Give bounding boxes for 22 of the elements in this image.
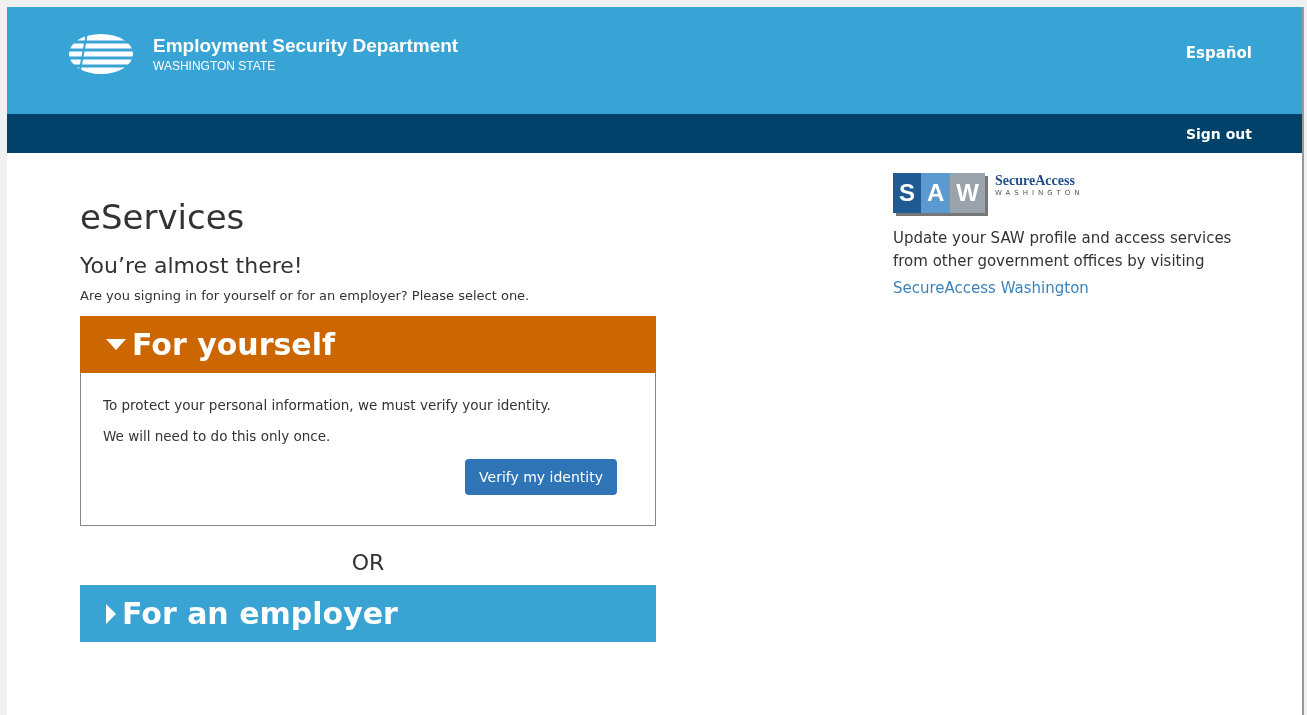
info-text: Update your SAW profile and access services from other government offices by visiting xyxy=(893,228,1233,273)
verify-button[interactable]: Verify my identity xyxy=(465,459,617,495)
info-text: We will need to do this only once. xyxy=(103,428,332,444)
logo-name: SecureAccess xyxy=(995,173,1076,189)
saw-logo: S A W xyxy=(893,173,985,213)
page-subtitle: You’re almost there! xyxy=(80,253,304,278)
language-link[interactable]: Español xyxy=(1185,43,1252,62)
page-title: eServices xyxy=(80,197,246,237)
accordion-label: For an employer xyxy=(122,596,398,631)
sign-out-link[interactable]: Sign out xyxy=(1185,125,1252,142)
separator-text: OR xyxy=(350,550,386,575)
logo-icon xyxy=(69,32,133,75)
accordion-label: For yourself xyxy=(132,327,335,362)
department-name: Employment Security Department xyxy=(153,34,459,57)
caret-right-icon xyxy=(106,603,116,624)
info-text: To protect your personal information, we must verify your identity. xyxy=(103,397,552,413)
caret-down-icon xyxy=(106,338,126,351)
secure-access-link[interactable]: SecureAccess Washington xyxy=(893,278,1089,297)
accordion-header[interactable]: For an employer xyxy=(80,585,656,642)
state-name: WASHINGTON STATE xyxy=(153,58,277,73)
accordion-header[interactable]: For yourself xyxy=(80,316,656,373)
prompt-text: Are you signing in for yourself or for an employer? Please select one. xyxy=(80,288,531,303)
